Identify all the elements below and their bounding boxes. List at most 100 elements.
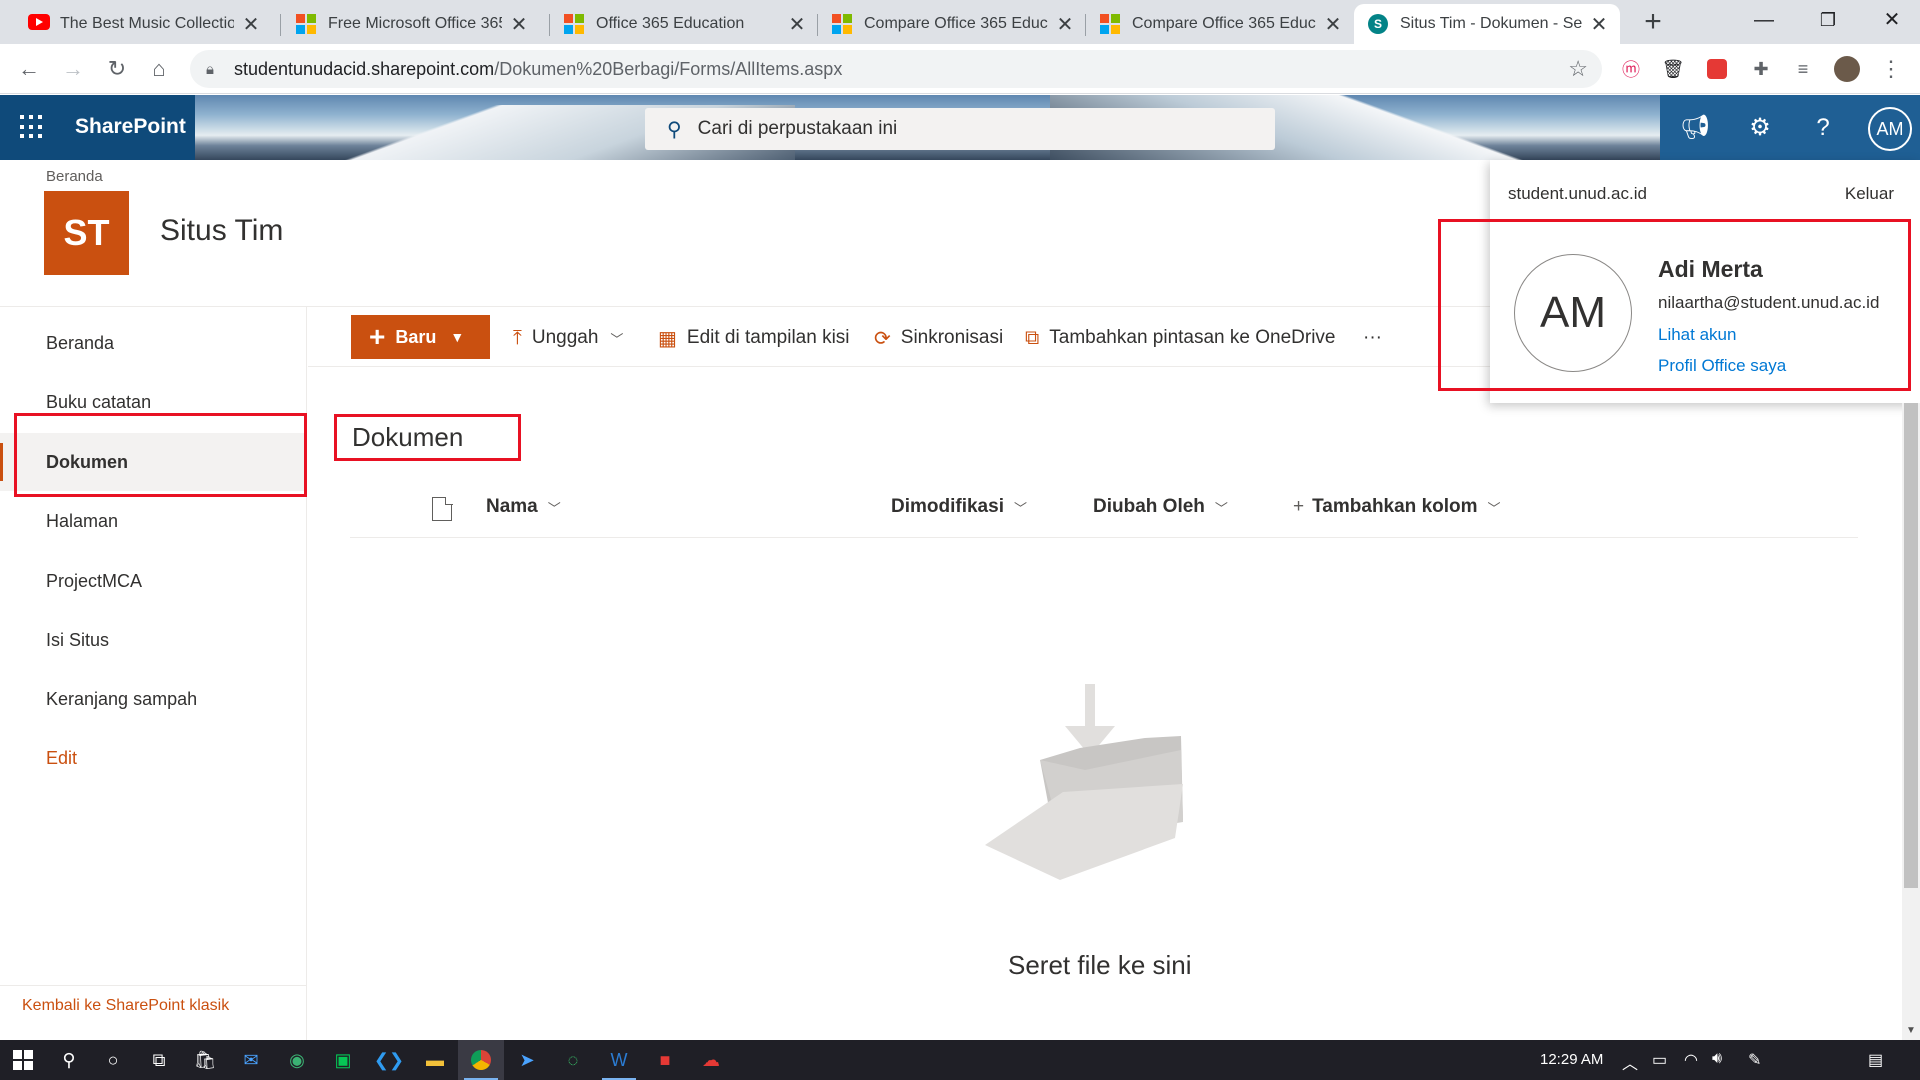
pen-icon[interactable]: ✎ bbox=[1748, 1050, 1761, 1070]
nav-edit-link[interactable]: Edit bbox=[0, 729, 306, 787]
site-title[interactable]: Situs Tim bbox=[160, 214, 283, 248]
vscode-icon[interactable]: ❮❯ bbox=[366, 1040, 412, 1080]
column-header-modified-by[interactable]: Diubah Oleh ﹀ bbox=[1093, 496, 1228, 518]
chevron-down-icon: ﹀ bbox=[1487, 500, 1501, 516]
minimize-button[interactable]: — bbox=[1736, 0, 1792, 40]
upload-button[interactable]: ⤒ Unggah ﹀ bbox=[513, 323, 623, 353]
task-view-icon[interactable]: ⧉ bbox=[136, 1040, 182, 1080]
nav-item-projectmca[interactable]: ProjectMCA bbox=[0, 552, 306, 610]
scrollbar-thumb[interactable] bbox=[1904, 403, 1918, 888]
edge-icon[interactable]: ◉ bbox=[274, 1040, 320, 1080]
windows-start-icon[interactable] bbox=[0, 1040, 46, 1080]
vertical-scrollbar[interactable]: ▼ bbox=[1902, 403, 1920, 1040]
add-column-label: Tambahkan kolom bbox=[1312, 496, 1478, 517]
youtube-icon bbox=[28, 14, 50, 34]
tab-title: Situs Tim - Dokumen - Semua bbox=[1400, 15, 1582, 32]
profile-avatar-icon[interactable] bbox=[1834, 56, 1860, 82]
browser-tab[interactable]: Office 365 Education ✕ bbox=[550, 4, 818, 44]
forward-icon[interactable]: → bbox=[56, 52, 90, 86]
close-tab-icon[interactable]: ✕ bbox=[242, 12, 260, 37]
account-avatar-button[interactable]: AM bbox=[1868, 107, 1912, 151]
back-icon[interactable]: ← bbox=[12, 52, 46, 86]
tray-chevron-icon[interactable]: ︿ bbox=[1622, 1050, 1638, 1074]
extension-icon[interactable]: ⓜ bbox=[1618, 56, 1644, 82]
close-tab-icon[interactable]: ✕ bbox=[1324, 12, 1342, 37]
battery-icon[interactable]: ▭ bbox=[1652, 1050, 1667, 1070]
help-icon[interactable]: ? bbox=[1808, 113, 1838, 143]
scroll-down-icon[interactable]: ▼ bbox=[1906, 1025, 1916, 1036]
close-tab-icon[interactable]: ✕ bbox=[1590, 12, 1608, 37]
grid-view-label: Edit di tampilan kisi bbox=[686, 327, 850, 348]
restore-button[interactable]: ❐ bbox=[1800, 0, 1856, 40]
file-explorer-icon[interactable]: ▬ bbox=[412, 1040, 458, 1080]
address-bar[interactable]: 🔒︎ studentunudacid.sharepoint.com/Dokume… bbox=[190, 50, 1602, 88]
sharepoint-brand[interactable]: SharePoint bbox=[75, 115, 186, 139]
empty-folder-illustration-icon bbox=[985, 684, 1183, 880]
microsoft-icon bbox=[296, 14, 316, 34]
file-type-icon bbox=[432, 496, 453, 521]
browser-tab[interactable]: Compare Office 365 Education ✕ bbox=[1086, 4, 1354, 44]
bookmark-star-icon[interactable]: ☆ bbox=[1568, 56, 1588, 82]
gear-icon[interactable]: ⚙ bbox=[1745, 113, 1775, 143]
reload-icon[interactable]: ↻ bbox=[100, 52, 134, 86]
more-options-button[interactable]: ··· bbox=[1363, 323, 1382, 353]
search-icon[interactable]: ⚲ bbox=[46, 1040, 92, 1080]
breadcrumb[interactable]: Beranda bbox=[46, 168, 103, 185]
app-icon[interactable]: ☁ bbox=[688, 1040, 734, 1080]
tab-title: Free Microsoft Office 365 for bbox=[328, 15, 502, 32]
browser-menu-icon[interactable]: ⋮ bbox=[1878, 56, 1904, 82]
onedrive-shortcut-button[interactable]: ⧉ Tambahkan pintasan ke OneDrive bbox=[1025, 323, 1336, 353]
volume-icon[interactable]: 🔊︎ bbox=[1712, 1050, 1722, 1068]
close-tab-icon[interactable]: ✕ bbox=[510, 12, 528, 37]
chrome-icon[interactable] bbox=[458, 1040, 504, 1080]
app-launcher-icon[interactable] bbox=[20, 115, 44, 139]
classic-sharepoint-link[interactable]: Kembali ke SharePoint klasik bbox=[22, 997, 229, 1015]
line-app-icon[interactable]: ▣ bbox=[320, 1040, 366, 1080]
plus-icon: + bbox=[369, 321, 386, 352]
extension-icon[interactable] bbox=[1704, 56, 1730, 82]
word-icon[interactable]: W bbox=[596, 1040, 642, 1080]
new-button[interactable]: + Baru ▼ bbox=[351, 315, 490, 359]
sharepoint-icon: S bbox=[1368, 14, 1388, 34]
add-column-button[interactable]: + Tambahkan kolom ﹀ bbox=[1293, 496, 1501, 518]
library-search-box[interactable]: ⚲ Cari di perpustakaan ini bbox=[645, 108, 1275, 150]
mail-icon[interactable]: ✉ bbox=[228, 1040, 274, 1080]
extensions-puzzle-icon[interactable]: ✚ bbox=[1748, 56, 1774, 82]
close-tab-icon[interactable]: ✕ bbox=[788, 12, 806, 37]
browser-tab[interactable]: Compare Office 365 Education ✕ bbox=[818, 4, 1086, 44]
grid-view-button[interactable]: ▦ Edit di tampilan kisi bbox=[658, 323, 850, 353]
tab-title: The Best Music Collection For bbox=[60, 15, 234, 32]
app-icon[interactable]: ◌ bbox=[550, 1040, 596, 1080]
taskbar-clock[interactable]: 12:29 AM bbox=[1540, 1051, 1603, 1068]
nav-item-keranjang-sampah[interactable]: Keranjang sampah bbox=[0, 670, 306, 728]
nav-item-beranda[interactable]: Beranda bbox=[0, 314, 306, 372]
column-header-name[interactable]: Nama ﹀ bbox=[486, 496, 561, 518]
nav-item-halaman[interactable]: Halaman bbox=[0, 492, 306, 550]
column-header-modified[interactable]: Dimodifikasi ﹀ bbox=[891, 496, 1027, 518]
search-placeholder: Cari di perpustakaan ini bbox=[697, 118, 898, 139]
home-icon[interactable]: ⌂ bbox=[142, 52, 176, 86]
shortcut-icon: ⧉ bbox=[1025, 326, 1040, 349]
new-tab-button[interactable]: + bbox=[1636, 6, 1670, 40]
app-icon[interactable]: ■ bbox=[642, 1040, 688, 1080]
browser-tab[interactable]: Free Microsoft Office 365 for ✕ bbox=[282, 4, 540, 44]
close-window-button[interactable]: ✕ bbox=[1864, 0, 1920, 40]
site-logo[interactable]: ST bbox=[44, 191, 129, 275]
notifications-icon[interactable]: ▤ bbox=[1868, 1050, 1883, 1070]
store-icon[interactable]: 🛍︎ bbox=[182, 1040, 228, 1080]
lock-icon: 🔒︎ bbox=[206, 60, 214, 78]
close-tab-icon[interactable]: ✕ bbox=[1056, 12, 1074, 37]
sign-out-link[interactable]: Keluar bbox=[1845, 184, 1894, 204]
wifi-icon[interactable]: ◠ bbox=[1684, 1050, 1698, 1070]
sync-icon: ⟳ bbox=[874, 327, 891, 350]
megaphone-icon[interactable]: 📢︎ bbox=[1680, 113, 1710, 143]
nav-item-isi-situs[interactable]: Isi Situs bbox=[0, 611, 306, 669]
app-icon[interactable]: ➤ bbox=[504, 1040, 550, 1080]
trash-extension-icon[interactable]: 🗑︎ bbox=[1660, 56, 1686, 82]
sync-button[interactable]: ⟳ Sinkronisasi bbox=[874, 323, 1003, 353]
browser-tab[interactable]: The Best Music Collection For ✕ bbox=[14, 4, 272, 44]
cortana-icon[interactable]: ○ bbox=[90, 1040, 136, 1080]
browser-tab-active[interactable]: S Situs Tim - Dokumen - Semua ✕ bbox=[1354, 4, 1620, 44]
tab-title: Office 365 Education bbox=[596, 15, 745, 32]
media-control-icon[interactable]: ≡ bbox=[1790, 56, 1816, 82]
